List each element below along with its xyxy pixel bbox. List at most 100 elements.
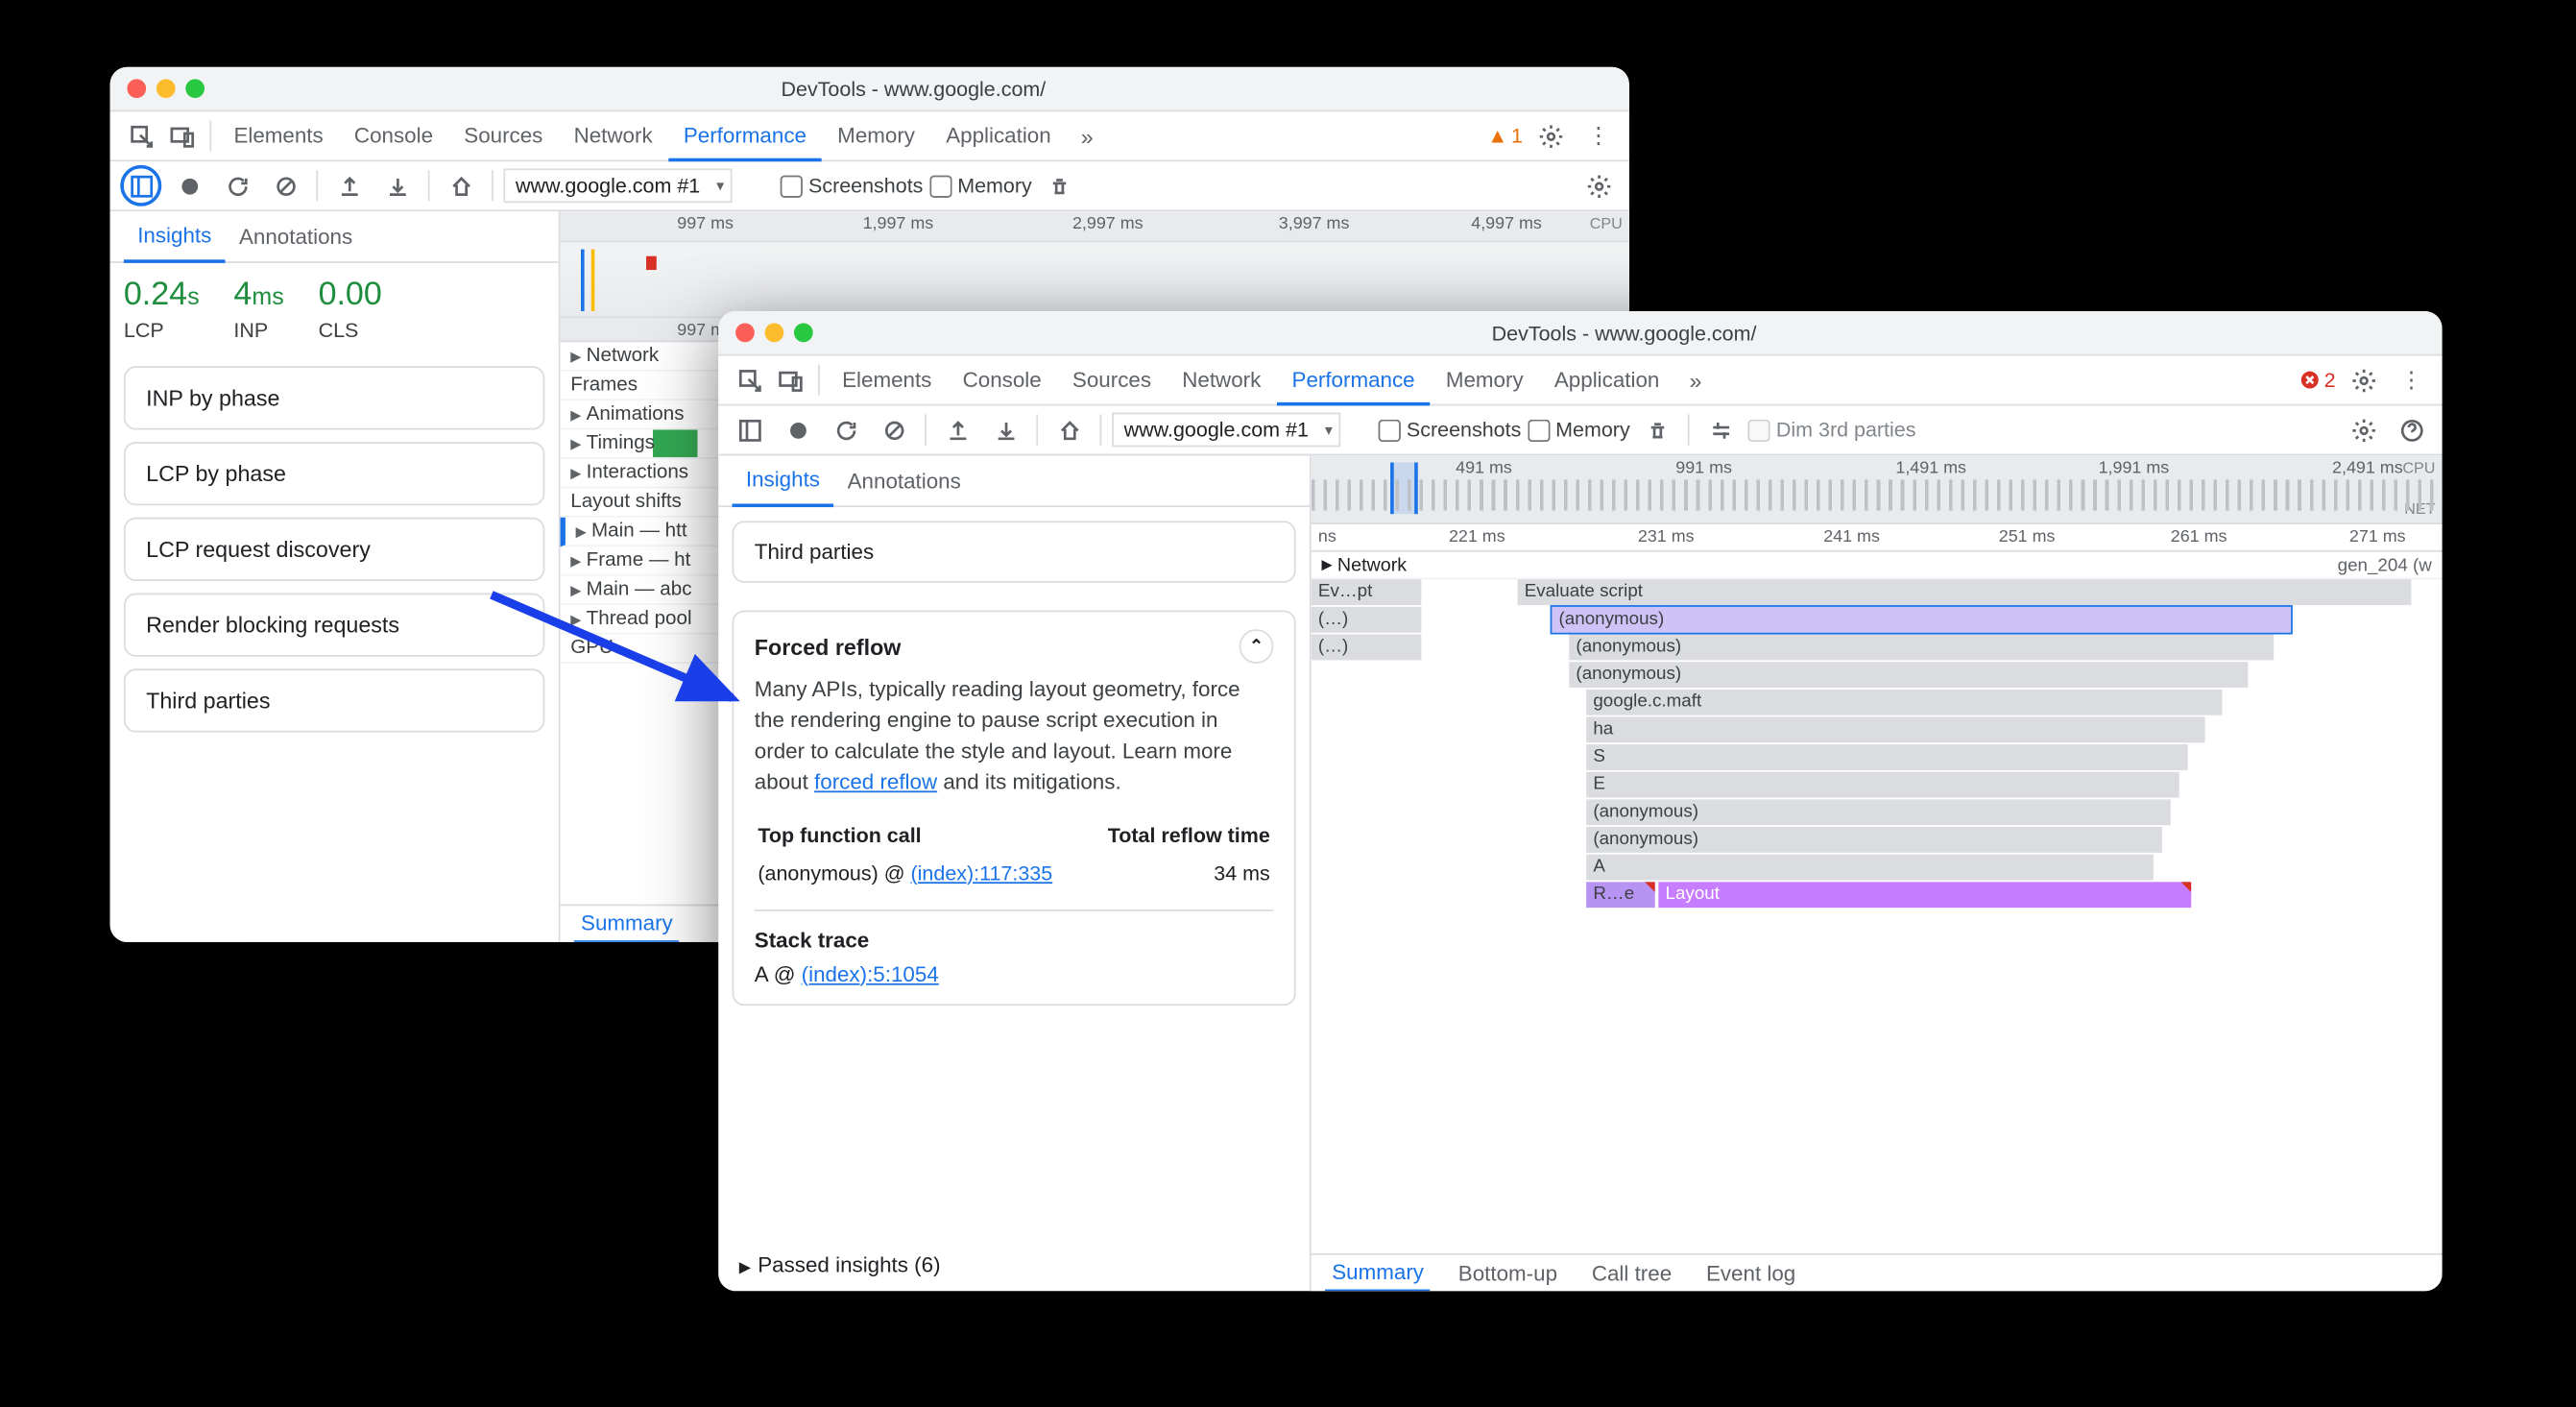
collapse-icon[interactable]: ⌃ xyxy=(1240,629,1274,664)
help-icon[interactable] xyxy=(2391,409,2432,450)
flame-bar[interactable]: Evaluate script xyxy=(1518,579,2412,605)
titlebar[interactable]: DevTools - www.google.com/ xyxy=(718,311,2442,356)
tab-application[interactable]: Application xyxy=(930,110,1067,160)
flame-bar[interactable]: S xyxy=(1586,744,2188,770)
tab-performance[interactable]: Performance xyxy=(668,111,822,161)
reload-icon[interactable] xyxy=(217,165,258,206)
tab-elements[interactable]: Elements xyxy=(218,110,338,160)
kebab-icon[interactable]: ⋮ xyxy=(1577,115,1619,157)
subtab-insights[interactable]: Insights xyxy=(124,211,226,263)
flame-bar[interactable]: google.c.maft xyxy=(1586,690,2222,716)
tab-summary[interactable]: Summary xyxy=(1325,1254,1431,1291)
dim-3rd-parties[interactable]: Dim 3rd parties xyxy=(1748,418,1915,442)
capture-settings-icon[interactable] xyxy=(2343,409,2384,450)
metric-cls[interactable]: 0.00CLS xyxy=(319,277,382,342)
tab-console[interactable]: Console xyxy=(947,355,1056,405)
home-icon[interactable] xyxy=(1048,409,1090,450)
tab-performance[interactable]: Performance xyxy=(1276,356,1430,406)
error-badge[interactable]: 2 xyxy=(2300,368,2336,392)
warning-badge[interactable]: ▲ 1 xyxy=(1487,124,1523,148)
shortcuts-icon[interactable] xyxy=(1700,409,1742,450)
record-icon[interactable] xyxy=(168,165,209,206)
track-network[interactable]: ▶Networkgen_204 (w xyxy=(1312,552,2443,580)
titlebar[interactable]: DevTools - www.google.com/ xyxy=(110,67,1629,112)
upload-icon[interactable] xyxy=(937,409,978,450)
flame-bar[interactable]: E xyxy=(1586,772,2179,798)
flame-bar[interactable]: ha xyxy=(1586,716,2204,742)
minimize-dot[interactable] xyxy=(156,79,176,98)
inspect-icon[interactable] xyxy=(120,115,161,157)
card-third-parties[interactable]: Third parties xyxy=(124,668,545,732)
more-tabs-icon[interactable]: » xyxy=(1674,359,1716,400)
maximize-dot[interactable] xyxy=(185,79,205,98)
forced-reflow-link[interactable]: forced reflow xyxy=(814,771,937,795)
card-inp-phase[interactable]: INP by phase xyxy=(124,366,545,429)
clear-icon[interactable] xyxy=(265,165,306,206)
card-lcp-phase[interactable]: LCP by phase xyxy=(124,442,545,505)
clear-icon[interactable] xyxy=(873,409,914,450)
tab-memory[interactable]: Memory xyxy=(1431,355,1539,405)
gc-icon[interactable] xyxy=(1039,165,1080,206)
memory-checkbox[interactable]: Memory xyxy=(930,174,1032,198)
flame-bar[interactable]: (anonymous) xyxy=(1586,827,2162,853)
tab-sources[interactable]: Sources xyxy=(1057,355,1167,405)
source-link[interactable]: (index):5:1054 xyxy=(802,962,939,986)
kebab-icon[interactable]: ⋮ xyxy=(2391,359,2432,400)
close-dot[interactable] xyxy=(735,324,755,343)
flame-bar[interactable]: Layout xyxy=(1658,882,2191,908)
memory-checkbox[interactable]: Memory xyxy=(1528,418,1629,442)
flame-bar[interactable]: R…e xyxy=(1586,882,1655,908)
flame-bar[interactable]: (anonymous) xyxy=(1569,662,2248,688)
tab-network[interactable]: Network xyxy=(1167,355,1276,405)
reload-icon[interactable] xyxy=(825,409,866,450)
tab-network[interactable]: Network xyxy=(558,110,667,160)
card-lcp-discovery[interactable]: LCP request discovery xyxy=(124,518,545,581)
flame-rows[interactable]: Ev…pt (…) (…) Evaluate script(anonymous)… xyxy=(1312,579,2443,910)
more-tabs-icon[interactable]: » xyxy=(1067,115,1108,157)
inspect-icon[interactable] xyxy=(729,359,770,400)
maximize-dot[interactable] xyxy=(794,324,813,343)
toggle-sidebar-icon[interactable] xyxy=(120,165,161,206)
flame-chart-area[interactable]: 491 ms 991 ms 1,491 ms 1,991 ms 2,491 ms… xyxy=(1312,455,2443,1291)
download-icon[interactable] xyxy=(985,409,1026,450)
source-link[interactable]: (index):117:335 xyxy=(911,861,1053,885)
tab-console[interactable]: Console xyxy=(339,110,448,160)
subtab-annotations[interactable]: Annotations xyxy=(226,210,367,262)
flame-bar[interactable]: (anonymous) xyxy=(1552,607,2291,633)
download-icon[interactable] xyxy=(376,165,418,206)
overview-chart[interactable] xyxy=(561,242,1629,318)
home-icon[interactable] xyxy=(440,165,481,206)
tab-event-log[interactable]: Event log xyxy=(1699,1254,1803,1291)
tab-memory[interactable]: Memory xyxy=(822,110,930,160)
screenshots-checkbox[interactable]: Screenshots xyxy=(1379,418,1521,442)
subtab-annotations[interactable]: Annotations xyxy=(833,454,975,506)
tab-bottom-up[interactable]: Bottom-up xyxy=(1452,1254,1565,1291)
url-select[interactable]: www.google.com #1 xyxy=(503,168,733,203)
url-select[interactable]: www.google.com #1 xyxy=(1112,413,1341,448)
summary-tab[interactable]: Summary xyxy=(574,905,680,941)
capture-settings-icon[interactable] xyxy=(1577,165,1619,206)
minimize-dot[interactable] xyxy=(765,324,784,343)
toggle-sidebar-icon[interactable] xyxy=(729,409,770,450)
flame-bar[interactable]: A xyxy=(1586,855,2154,881)
tab-application[interactable]: Application xyxy=(1539,355,1675,405)
card-third-parties[interactable]: Third parties xyxy=(733,521,1296,582)
metric-lcp[interactable]: 0.24sLCP xyxy=(124,277,200,342)
flame-bar[interactable]: (anonymous) xyxy=(1569,635,2274,661)
subtab-insights[interactable]: Insights xyxy=(733,455,834,507)
passed-insights[interactable]: ▶Passed insights (6) xyxy=(718,1240,1310,1292)
record-icon[interactable] xyxy=(777,409,818,450)
close-dot[interactable] xyxy=(127,79,146,98)
screenshots-checkbox[interactable]: Screenshots xyxy=(781,174,923,198)
device-icon[interactable] xyxy=(161,115,203,157)
gear-icon[interactable] xyxy=(1529,115,1571,157)
metric-inp[interactable]: 4msINP xyxy=(233,277,283,342)
gc-icon[interactable] xyxy=(1637,409,1678,450)
tab-sources[interactable]: Sources xyxy=(448,110,558,160)
card-render-blocking[interactable]: Render blocking requests xyxy=(124,594,545,657)
gear-icon[interactable] xyxy=(2343,359,2384,400)
timeline-ruler[interactable]: 997 ms 1,997 ms 2,997 ms 3,997 ms 4,997 … xyxy=(561,211,1629,242)
flame-ruler[interactable]: ns 221 ms 231 ms 241 ms 251 ms 261 ms 27… xyxy=(1312,524,2443,552)
device-icon[interactable] xyxy=(770,359,811,400)
tab-call-tree[interactable]: Call tree xyxy=(1585,1254,1679,1291)
